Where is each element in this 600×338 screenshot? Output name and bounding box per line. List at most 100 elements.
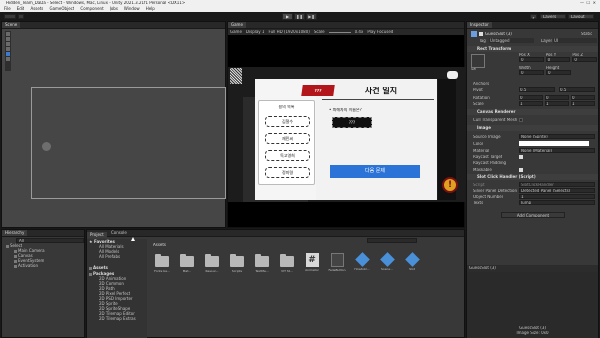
pos-z-field[interactable]: 0 bbox=[572, 57, 598, 62]
folder-icon bbox=[205, 254, 219, 267]
tab-project[interactable]: Project bbox=[87, 232, 107, 238]
scale-y-field[interactable]: 1 bbox=[545, 101, 569, 106]
asset-script[interactable]: FadeButton bbox=[328, 252, 346, 292]
package-item[interactable]: 2D Tilemap Extras bbox=[99, 316, 136, 322]
suspect-button[interactable]: 정미령 bbox=[265, 167, 310, 178]
search-button[interactable]: ⌕ bbox=[530, 14, 537, 20]
game-mode[interactable]: Game bbox=[230, 30, 242, 34]
object-name[interactable]: GuessSlot (3) bbox=[485, 32, 565, 36]
asset-folder[interactable]: Fonts ba... bbox=[153, 252, 171, 292]
asset-folder[interactable]: TextMe... bbox=[253, 252, 271, 292]
project-panel: Project Console ★ Favorites All Material… bbox=[86, 229, 465, 338]
pivot-y-field[interactable]: 0.5 bbox=[559, 87, 595, 92]
object-icon bbox=[471, 31, 477, 37]
width-field[interactable]: 0 bbox=[519, 70, 544, 75]
scale-x-field[interactable]: 1 bbox=[519, 101, 543, 106]
scene-gizmo[interactable] bbox=[42, 142, 51, 151]
pos-y-field[interactable]: 0 bbox=[545, 57, 571, 62]
inspector-tabbar: Inspector bbox=[467, 22, 598, 29]
pause-button[interactable]: ❚❚ bbox=[294, 13, 305, 20]
active-checkbox[interactable] bbox=[479, 32, 483, 36]
scale-tool-icon[interactable] bbox=[6, 47, 10, 51]
cloud-button[interactable] bbox=[18, 14, 24, 19]
tag-dropdown[interactable]: Untagged bbox=[489, 38, 534, 43]
alert-icon[interactable]: ! bbox=[442, 177, 458, 193]
layers-dropdown[interactable]: Layers bbox=[540, 14, 566, 19]
display-dropdown[interactable]: Display 1 bbox=[246, 30, 265, 34]
favorites-item[interactable]: All Prefabs bbox=[99, 254, 120, 260]
hash-icon: # bbox=[305, 253, 319, 267]
rect-transform-header[interactable]: Rect Transform bbox=[467, 46, 598, 52]
asset-prefab[interactable]: Slot bbox=[403, 252, 421, 292]
rect-tool-icon[interactable] bbox=[6, 52, 10, 56]
suspect-button[interactable]: 독고영희 bbox=[265, 150, 310, 161]
raycast-checkbox[interactable] bbox=[519, 155, 523, 159]
asset-folder[interactable]: Resour... bbox=[203, 252, 221, 292]
color-swatch[interactable] bbox=[519, 141, 589, 146]
source-image-field[interactable]: None (Sprite) bbox=[519, 134, 595, 139]
rotation-z-field[interactable]: 0 bbox=[571, 95, 595, 100]
play-button[interactable]: ▶ bbox=[282, 13, 293, 20]
raycast-padding-foldout[interactable]: Raycast Padding bbox=[473, 161, 506, 165]
rotation-x-field[interactable]: 0 bbox=[519, 95, 543, 100]
asset-folder[interactable]: Mat... bbox=[178, 252, 196, 292]
anchor-preset[interactable] bbox=[471, 54, 485, 68]
pivot-x-field[interactable]: 0.5 bbox=[519, 87, 555, 92]
hand-tool-icon[interactable] bbox=[6, 32, 10, 36]
search-icon: ⌕ bbox=[532, 15, 535, 20]
account-button[interactable] bbox=[4, 14, 16, 19]
height-field[interactable]: 0 bbox=[546, 70, 571, 75]
suspect-button[interactable]: 김철수 bbox=[265, 116, 310, 127]
layer-dropdown[interactable]: UI bbox=[553, 38, 597, 43]
camera-icon[interactable] bbox=[447, 71, 458, 79]
scene-canvas-outline[interactable] bbox=[31, 87, 226, 199]
static-toggle[interactable]: Static bbox=[581, 32, 592, 36]
game-panel: Game Game Display 1 Full HD (1920x1080) … bbox=[227, 21, 466, 228]
answer-slot[interactable]: ??? bbox=[332, 117, 372, 128]
asset-prefab[interactable]: Howtobl... bbox=[353, 252, 371, 292]
maskable-checkbox[interactable] bbox=[519, 168, 523, 172]
next-question-button[interactable]: 다음 문제 bbox=[330, 165, 420, 178]
anchors-foldout[interactable]: Anchors bbox=[473, 82, 489, 86]
canvas-renderer-header[interactable]: Canvas Renderer bbox=[467, 109, 598, 115]
tag-label: Tag bbox=[479, 39, 486, 43]
transform-tool-icon[interactable] bbox=[6, 57, 10, 61]
play-focused-dropdown[interactable]: Play Focused bbox=[367, 30, 393, 34]
asset-script[interactable]: # Animator bbox=[303, 252, 321, 292]
step-button[interactable]: ▶❚ bbox=[306, 13, 317, 20]
cull-mesh-checkbox[interactable] bbox=[519, 118, 523, 122]
suspect-button[interactable]: 재민씨 bbox=[265, 133, 310, 144]
object-number-field[interactable]: 1 bbox=[519, 194, 595, 199]
project-search-input[interactable] bbox=[367, 238, 417, 243]
texts-field[interactable]: Jump bbox=[519, 200, 595, 205]
question-text: • 피해자의 이름은? bbox=[329, 108, 362, 112]
tab-game[interactable]: Game bbox=[228, 22, 246, 28]
tab-console[interactable]: Console bbox=[108, 230, 130, 236]
slot-handler-header[interactable]: Slot Click Handler (Script) bbox=[467, 174, 598, 180]
rotation-y-field[interactable]: 0 bbox=[545, 95, 569, 100]
panel-detection-field[interactable]: Detected Panel (Selects) bbox=[519, 188, 595, 193]
pos-x-field[interactable]: 0 bbox=[519, 57, 544, 62]
material-field[interactable]: None (Material) bbox=[519, 148, 595, 153]
resolution-dropdown[interactable]: Full HD (1920x1080) bbox=[268, 30, 309, 34]
tab-inspector[interactable]: Inspector bbox=[467, 22, 492, 28]
tab-scene[interactable]: Scene bbox=[2, 22, 21, 28]
window-controls[interactable]: — ☐ ✕ bbox=[580, 1, 596, 5]
hierarchy-item[interactable]: Activation bbox=[14, 263, 38, 269]
folder-icon bbox=[280, 254, 294, 267]
rotate-tool-icon[interactable] bbox=[6, 42, 10, 46]
project-breadcrumb[interactable]: Assets bbox=[153, 243, 166, 247]
pos-row: Pos X0 Pos Y0 Pos Z0 bbox=[519, 53, 598, 62]
add-component-button[interactable]: Add Component bbox=[501, 212, 565, 218]
asset-prefab[interactable]: Scene... bbox=[378, 252, 396, 292]
hierarchy-search-input[interactable]: All bbox=[16, 238, 84, 243]
layer-label: Layer bbox=[541, 39, 553, 43]
layout-dropdown[interactable]: Layout bbox=[568, 14, 594, 19]
asset-folder[interactable]: Scripts bbox=[228, 252, 246, 292]
move-tool-icon[interactable] bbox=[6, 37, 10, 41]
image-header[interactable]: Image bbox=[467, 125, 598, 131]
tab-hierarchy[interactable]: Hierarchy bbox=[2, 230, 28, 236]
scale-z-field[interactable]: 1 bbox=[571, 101, 595, 106]
scale-slider[interactable] bbox=[328, 31, 351, 33]
asset-folder[interactable]: VIT St... bbox=[278, 252, 296, 292]
